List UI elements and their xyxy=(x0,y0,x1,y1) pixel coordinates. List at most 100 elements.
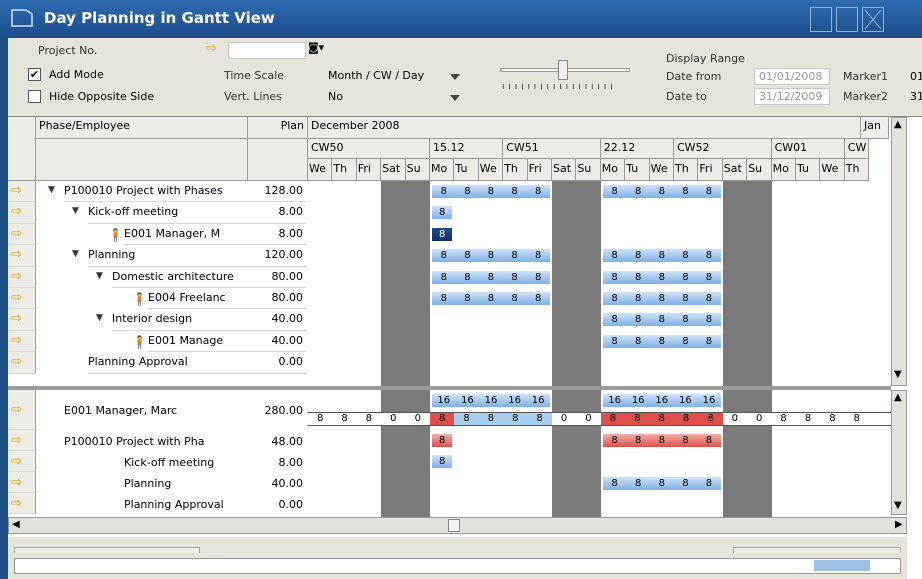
top-vertical-scrollbar[interactable] xyxy=(891,117,907,386)
day-header: Mo xyxy=(771,159,796,181)
expand-toggle-icon[interactable]: ▼ xyxy=(96,313,103,323)
window-scroll-thumb[interactable] xyxy=(814,560,870,571)
capacity-bar[interactable]: 16 16 16 16 16 xyxy=(432,394,550,407)
scroll-up-icon[interactable]: ▲ xyxy=(894,392,902,403)
gantt-bar[interactable]: 88888 xyxy=(602,313,721,327)
link-arrow-icon[interactable]: ⇨ xyxy=(11,403,22,417)
minimize-button[interactable] xyxy=(810,7,832,32)
plan-value: 280.00 xyxy=(264,404,304,417)
link-arrow-icon[interactable]: ⇨ xyxy=(11,184,22,198)
window-horizontal-scrollbar[interactable] xyxy=(14,558,901,574)
link-arrow-icon[interactable]: ⇨ xyxy=(206,41,217,56)
capacity-value: 8 xyxy=(600,413,626,425)
date-from-input[interactable]: 01/01/2008 xyxy=(754,68,830,85)
marker2-value[interactable]: 31 xyxy=(910,90,922,103)
capacity-value: 8 xyxy=(341,413,348,424)
footer-button-right[interactable] xyxy=(733,547,901,553)
capacity-value: 8 xyxy=(853,413,860,424)
vert-lines-label: Vert. Lines xyxy=(224,90,282,103)
cw-header: CW xyxy=(844,139,870,159)
cw-header: CW50 xyxy=(308,139,430,159)
choose-from-list-icon[interactable]: ◙▾ xyxy=(308,41,324,54)
vert-lines-select[interactable]: No xyxy=(328,90,343,103)
capacity-value: 0 xyxy=(560,413,568,424)
link-arrow-icon[interactable]: ⇨ xyxy=(11,333,22,348)
day-header: Su xyxy=(405,159,430,181)
add-mode-checkbox[interactable]: ✔ xyxy=(28,68,41,81)
employee-row-name: Planning xyxy=(124,476,172,490)
day-header: Fri xyxy=(527,159,552,181)
gantt-bar[interactable]: 88888 xyxy=(602,270,721,284)
plan-value: 0.00 xyxy=(278,497,304,511)
marker1-value[interactable]: 01 xyxy=(910,70,922,83)
day-header: Su xyxy=(576,159,601,181)
capacity-value: 0 xyxy=(585,413,592,424)
gantt-bar[interactable]: 88888 xyxy=(432,292,550,305)
capacity-value: 8 xyxy=(625,413,650,425)
day-header: Mo xyxy=(430,159,455,181)
phase-name: E001 Manage xyxy=(148,331,248,353)
capacity-value: 8 xyxy=(429,413,455,425)
employee-row-name: Kick-off meeting xyxy=(124,455,215,469)
overload-bar[interactable]: 8 xyxy=(432,434,453,447)
gantt-bar[interactable]: 88888 xyxy=(432,185,550,198)
link-arrow-icon[interactable]: ⇨ xyxy=(11,226,22,241)
vert-lines-dropdown-icon[interactable] xyxy=(450,95,460,101)
expand-toggle-icon[interactable]: ▼ xyxy=(72,206,79,216)
gantt-bar[interactable]: 88888 xyxy=(432,249,550,263)
day-header: Sat xyxy=(381,159,406,181)
link-arrow-icon[interactable]: ⇨ xyxy=(11,496,22,511)
capacity-value: 8 xyxy=(649,413,674,425)
capacity-value: 8 xyxy=(478,413,504,425)
phase-name: E004 Freelanc xyxy=(148,288,248,310)
gantt-bar[interactable]: 88888 xyxy=(432,270,550,284)
link-arrow-icon[interactable]: ⇨ xyxy=(11,433,22,448)
expand-toggle-icon[interactable]: ▼ xyxy=(96,271,103,281)
maximize-button[interactable] xyxy=(836,7,858,32)
gantt-bar[interactable]: 8 xyxy=(432,455,453,468)
expand-toggle-icon[interactable]: ▼ xyxy=(72,249,79,259)
scroll-left-icon[interactable]: ◀ xyxy=(12,519,20,530)
gantt-bar-selected[interactable]: 8 xyxy=(432,227,453,241)
scroll-right-icon[interactable]: ▶ xyxy=(895,519,903,530)
time-scale-select[interactable]: Month / CW / Day xyxy=(328,69,424,82)
zoom-slider-handle[interactable] xyxy=(558,60,568,80)
hide-opposite-label: Hide Opposite Side xyxy=(49,90,155,103)
capacity-bar[interactable]: 16 16 16 16 16 xyxy=(602,394,721,407)
hide-opposite-checkbox[interactable] xyxy=(28,90,41,103)
bottom-vertical-scrollbar[interactable] xyxy=(891,390,907,515)
col-phase-header[interactable]: Phase/Employee xyxy=(36,117,248,139)
link-arrow-icon[interactable]: ⇨ xyxy=(11,269,22,284)
footer-button-left[interactable] xyxy=(14,547,200,553)
link-arrow-icon[interactable]: ⇨ xyxy=(11,291,22,305)
scroll-up-icon[interactable]: ▲ xyxy=(894,119,902,130)
gantt-bar[interactable]: 88888 xyxy=(602,249,721,263)
employee-icon: 🧍 xyxy=(108,227,123,242)
expand-toggle-icon[interactable]: ▼ xyxy=(48,185,55,195)
capacity-value: 8 xyxy=(527,413,552,425)
link-arrow-icon[interactable]: ⇨ xyxy=(11,248,22,262)
gantt-bar[interactable]: 88888 xyxy=(602,185,721,198)
add-mode-label: Add Mode xyxy=(49,68,104,81)
weekend-shade xyxy=(552,390,601,517)
overload-bar[interactable]: 88888 xyxy=(602,434,721,447)
gantt-bar[interactable]: 8 xyxy=(432,206,453,220)
scroll-down-icon[interactable]: ▼ xyxy=(894,500,902,511)
gantt-bar[interactable]: 88888 xyxy=(602,292,721,305)
project-no-input[interactable] xyxy=(228,42,306,59)
link-arrow-icon[interactable]: ⇨ xyxy=(11,475,22,490)
col-plan-header[interactable]: Plan xyxy=(248,117,308,139)
phase-name: P100010 Project with Phases xyxy=(64,181,248,203)
date-to-input[interactable]: 31/12/2009 xyxy=(754,88,830,105)
gantt-bar[interactable]: 88888 xyxy=(602,477,721,490)
link-arrow-icon[interactable]: ⇨ xyxy=(11,454,22,469)
horizontal-scroll-thumb[interactable] xyxy=(448,519,460,532)
cw-header: CW01 xyxy=(771,139,845,159)
scroll-down-icon[interactable]: ▼ xyxy=(894,369,902,380)
link-arrow-icon[interactable]: ⇨ xyxy=(11,205,22,219)
link-arrow-icon[interactable]: ⇨ xyxy=(11,312,22,326)
time-scale-dropdown-icon[interactable] xyxy=(450,74,460,80)
close-button[interactable] xyxy=(862,7,884,32)
gantt-bar[interactable]: 88888 xyxy=(602,334,721,348)
link-arrow-icon[interactable]: ⇨ xyxy=(11,355,22,369)
